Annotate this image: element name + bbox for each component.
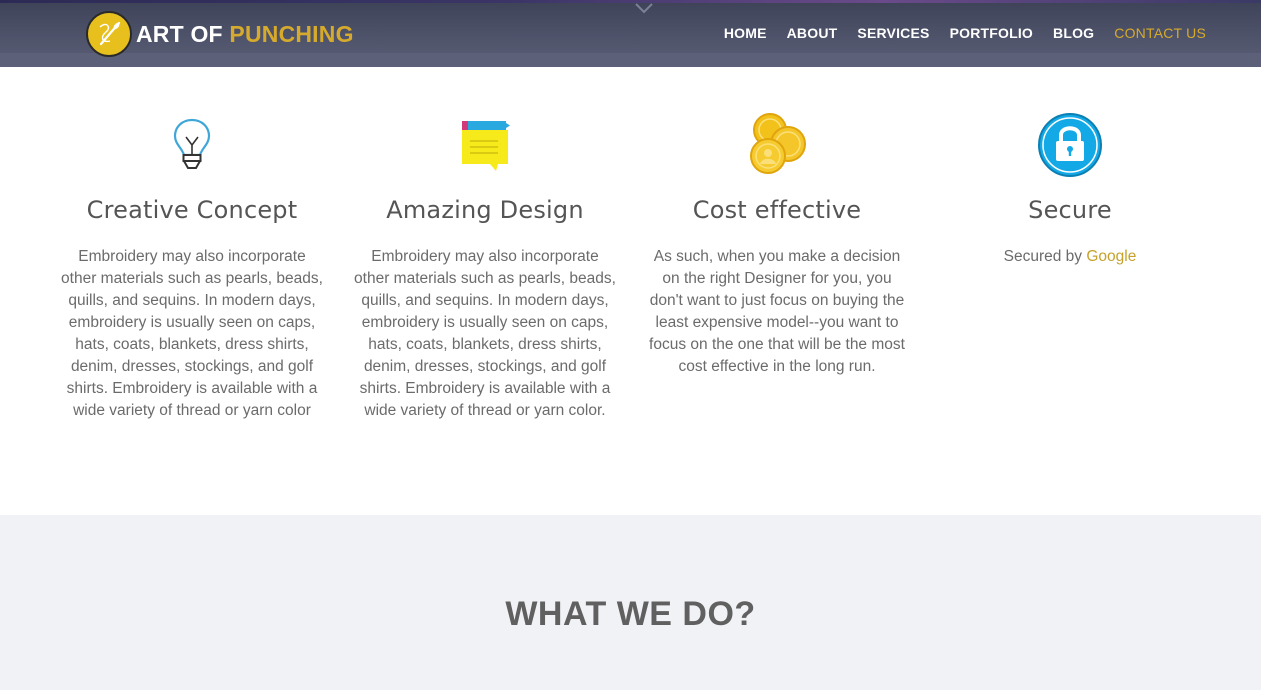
feature-text: As such, when you make a decision on the…: [649, 248, 905, 375]
logo-text-gold: PUNCHING: [229, 20, 354, 47]
feature-text: Embroidery may also incorporate other ma…: [354, 248, 616, 419]
logo-text-white: ART OF: [136, 20, 223, 47]
nav-contact-us[interactable]: CONTACT US: [1114, 25, 1206, 41]
feature-text: Secured by Google: [935, 246, 1205, 268]
padlock-icon: [1038, 113, 1102, 177]
feature-text: Embroidery may also incorporate other ma…: [61, 248, 323, 419]
feature-creative-concept: Creative Concept Embroidery may also inc…: [57, 112, 327, 422]
main-nav: HOME ABOUT SERVICES PORTFOLIO BLOG CONTA…: [704, 25, 1206, 41]
site-header: ART OF PUNCHING HOME ABOUT SERVICES PORT…: [0, 0, 1261, 67]
feature-cost-effective: Cost effective As such, when you make a …: [642, 112, 912, 378]
nav-services[interactable]: SERVICES: [857, 25, 929, 41]
coins-icon: [750, 113, 806, 174]
nav-blog[interactable]: BLOG: [1053, 25, 1094, 41]
feature-amazing-design: Amazing Design Embroidery may also incor…: [350, 112, 620, 422]
site-logo[interactable]: ART OF PUNCHING: [86, 10, 354, 58]
needle-thread-icon: [86, 11, 132, 57]
chevron-down-icon[interactable]: [634, 0, 654, 16]
logo-text: ART OF PUNCHING: [136, 21, 354, 48]
secured-by-label: Secured by: [1003, 248, 1083, 265]
nav-home[interactable]: HOME: [724, 25, 767, 41]
section-title: WHAT WE DO?: [505, 595, 756, 633]
nav-about[interactable]: ABOUT: [787, 25, 838, 41]
features-section: Creative Concept Embroidery may also inc…: [0, 67, 1261, 515]
lightbulb-icon: [173, 118, 211, 169]
feature-title: Amazing Design: [386, 196, 584, 224]
nav-portfolio[interactable]: PORTFOLIO: [950, 25, 1033, 41]
feature-title: Creative Concept: [86, 196, 298, 224]
feature-title: Cost effective: [692, 196, 862, 224]
google-link[interactable]: Google: [1086, 248, 1136, 265]
feature-title: Secure: [1028, 196, 1112, 224]
header-top-line: [0, 0, 1261, 3]
notepad-icon: [462, 121, 510, 171]
what-we-do-section: WHAT WE DO?: [0, 515, 1261, 690]
feature-secure: Secure Secured by Google: [935, 112, 1205, 268]
